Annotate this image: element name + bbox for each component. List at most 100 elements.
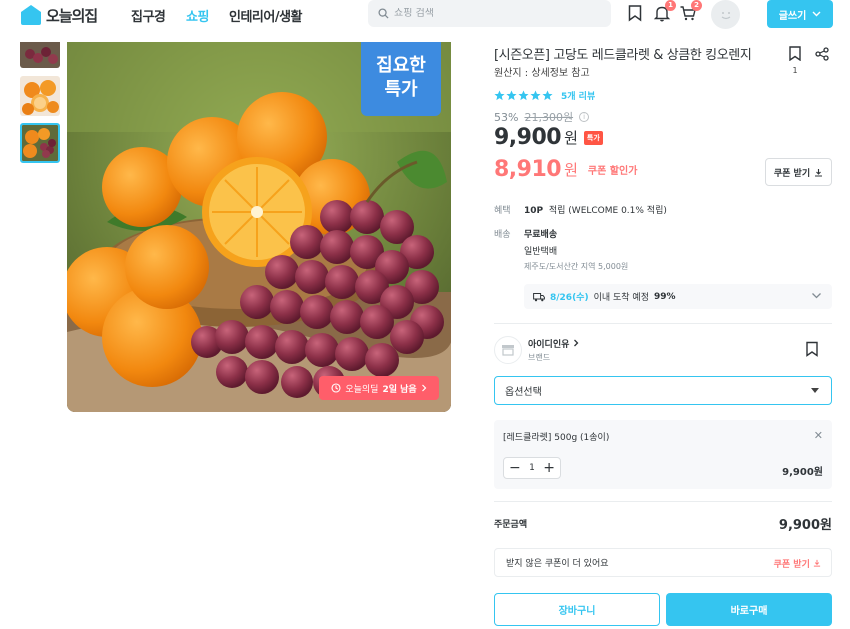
clock-icon (331, 383, 341, 393)
decrease-quantity-button[interactable]: − (509, 461, 521, 475)
get-coupon-button[interactable]: 쿠폰 받기 (765, 158, 832, 186)
benefit-label: 혜택 (494, 206, 511, 216)
arrival-percent: 99% (654, 291, 676, 302)
benefit-value: 10P 적립 (WELCOME 0.1% 적립) (524, 203, 667, 216)
benefit-points: 10P (524, 206, 544, 216)
search-input[interactable] (394, 8, 594, 19)
search-icon (378, 8, 389, 19)
shipping-label: 배송 (494, 230, 511, 240)
search-box[interactable] (368, 0, 611, 27)
timer-prefix: 오늘의딜 (345, 384, 379, 395)
coupon-notice-bar[interactable]: 받지 않은 쿠폰이 더 있어요 쿠폰 받기 (494, 548, 832, 577)
star-icon (494, 90, 505, 101)
add-to-cart-button[interactable]: 장바구니 (494, 593, 660, 626)
arrival-text: 이내 도착 예정 (593, 293, 649, 303)
share-icon (815, 47, 829, 61)
cart-button[interactable]: 2 (679, 0, 702, 22)
review-count-link[interactable]: 5개 리뷰 (561, 89, 595, 102)
shipping-method: 일반택배 (524, 247, 558, 257)
get-coupon-label: 쿠폰 받기 (773, 168, 811, 179)
brand-scrap-button[interactable] (805, 341, 819, 357)
deal-timer-badge[interactable]: 오늘의딜 2일 남음 (319, 376, 439, 400)
chevron-right-icon (573, 339, 578, 347)
brand-name: 아이디인유 (528, 340, 570, 350)
benefit-desc: 적립 (WELCOME 0.1% 적립) (548, 206, 667, 216)
increase-quantity-button[interactable]: + (543, 461, 555, 475)
coupon-price: 8,910 (494, 157, 562, 182)
truck-icon (533, 292, 545, 301)
thumbnail-image (20, 42, 60, 68)
share-button[interactable] (815, 46, 829, 61)
nav-item-house-tour[interactable]: 집구경 (131, 6, 171, 25)
selected-option-box: [레드클라렛] 500g (1송이) ✕ − 1 + 9,900원 (494, 420, 832, 489)
chevron-down-icon (812, 293, 821, 299)
coupon-notice-action[interactable]: 쿠폰 받기 (774, 557, 821, 570)
shipping-extra-fee: 제주도/도서산간 지역 5,000원 (524, 262, 629, 271)
promo-tag-line1: 집요한 (376, 55, 426, 76)
store-icon (502, 345, 514, 356)
promo-tag-line2: 특가 (384, 79, 418, 100)
brand-logo[interactable] (494, 336, 522, 364)
chevron-down-icon (812, 11, 821, 17)
default-avatar-icon (721, 11, 730, 19)
scrap-button[interactable] (626, 4, 644, 22)
notification-badge: 1 (665, 0, 676, 11)
avatar[interactable] (711, 0, 740, 29)
download-icon (815, 168, 823, 177)
buy-now-button[interactable]: 바로구매 (666, 593, 832, 626)
nav-item-interior-life[interactable]: 인테리어/생활 (229, 6, 309, 25)
quantity-value[interactable]: 1 (529, 463, 535, 473)
selected-option-price: 9,900원 (782, 467, 823, 478)
coupon-price-row: 8,910 원 쿠폰 할인가 (494, 157, 637, 182)
coupon-notice-text: 받지 않은 쿠폰이 더 있어요 (506, 559, 609, 569)
cart-badge: 2 (691, 0, 702, 11)
bookmark-icon (789, 46, 801, 62)
delivery-estimate[interactable]: 8/26(수) 이내 도착 예정 99% (524, 284, 832, 309)
discount-row: 53% 21,300원 i (494, 109, 590, 125)
scrap-count: 1 (792, 66, 798, 75)
product-origin: 원산지 : 상세정보 참고 (494, 68, 590, 79)
divider (494, 501, 832, 502)
thumbnail-grapes[interactable] (20, 42, 60, 68)
star-icon (518, 90, 529, 101)
sale-price: 9,900 (494, 125, 562, 150)
bookmark-icon (806, 341, 818, 357)
price-unit: 원 (564, 129, 578, 147)
nav-item-shopping[interactable]: 쇼핑 (186, 6, 216, 25)
price-row: 9,900 원 특가 (494, 125, 603, 150)
original-price: 21,300원 (524, 111, 574, 124)
brand-sub-label: 브랜드 (528, 353, 551, 362)
notification-button[interactable]: 1 (653, 0, 676, 22)
order-total-price: 9,900원 (778, 518, 832, 533)
product-title: [시즌오픈] 고당도 레드클라렛 & 상큼한 킹오렌지 (494, 48, 752, 63)
option-select[interactable]: 옵션선택 (494, 376, 832, 405)
logo[interactable]: 오늘의집 (20, 4, 98, 26)
thumbnail-image (22, 125, 58, 161)
rating-stars[interactable]: 5개 리뷰 (494, 89, 595, 102)
coupon-price-unit: 원 (564, 161, 578, 179)
download-icon (813, 559, 821, 567)
special-badge: 특가 (583, 130, 603, 145)
write-button[interactable]: 글쓰기 (767, 0, 833, 28)
remove-option-close-icon[interactable]: ✕ (814, 429, 823, 442)
coupon-price-label: 쿠폰 할인가 (587, 166, 638, 177)
thumbnail-mixed[interactable] (20, 123, 60, 163)
write-button-label: 글쓰기 (778, 10, 807, 22)
top-header: 오늘의집 집구경 쇼핑 인테리어/생활 1 2 (0, 0, 850, 42)
thumbnail-oranges[interactable] (20, 76, 60, 116)
info-icon[interactable]: i (579, 112, 590, 122)
star-icon (542, 90, 553, 101)
shipping-type: 무료배송 (524, 230, 558, 240)
order-total-label: 주문금액 (494, 520, 528, 530)
caret-down-icon (811, 388, 819, 393)
divider (494, 323, 832, 324)
brand-name-link[interactable]: 아이디인유 (528, 337, 579, 350)
star-icon (530, 90, 541, 101)
logo-text: 오늘의집 (46, 6, 98, 25)
discount-rate: 53% (494, 110, 519, 124)
quantity-stepper: − 1 + (503, 457, 561, 479)
thumbnail-image (20, 76, 60, 116)
option-select-placeholder: 옵션선택 (505, 387, 542, 398)
product-scrap-button[interactable]: 1 (788, 46, 802, 75)
coupon-notice-action-label: 쿠폰 받기 (773, 560, 810, 570)
